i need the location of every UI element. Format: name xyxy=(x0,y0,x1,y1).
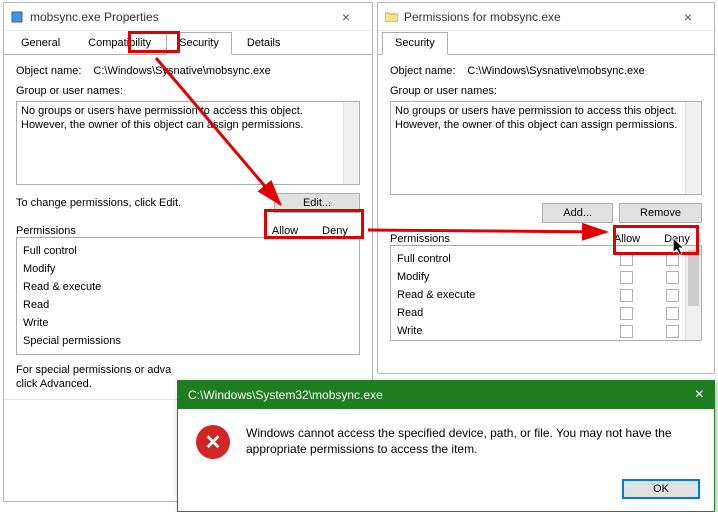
permissions-window: Permissions for mobsync.exe × Security O… xyxy=(377,2,715,374)
allow-checkbox[interactable] xyxy=(620,271,633,284)
deny-checkbox[interactable] xyxy=(666,325,679,338)
deny-header: Deny xyxy=(652,233,702,245)
allow-checkbox[interactable] xyxy=(620,289,633,302)
allow-checkbox[interactable] xyxy=(620,307,633,320)
window-title: mobsync.exe Properties xyxy=(30,10,326,24)
allow-checkbox[interactable] xyxy=(620,253,633,266)
perm-scrollbar[interactable] xyxy=(685,246,701,340)
permissions-header: Permissions xyxy=(16,225,260,237)
perm-row: Full control xyxy=(397,250,695,268)
listbox-text2: However, the owner of this object can as… xyxy=(21,118,355,132)
tab-general[interactable]: General xyxy=(8,32,73,55)
app-icon xyxy=(10,10,24,24)
perm-row: Modify xyxy=(397,268,695,286)
error-title: C:\Windows\System32\mobsync.exe xyxy=(188,388,674,402)
error-icon: ✕ xyxy=(196,425,230,459)
close-icon[interactable]: × xyxy=(668,9,708,25)
edit-button[interactable]: Edit... xyxy=(274,193,360,213)
group-listbox[interactable]: No groups or users have permission to ac… xyxy=(390,101,702,195)
group-listbox[interactable]: No groups or users have permission to ac… xyxy=(16,101,360,185)
security-panel-left: Object name: C:\Windows\Sysnative\mobsyn… xyxy=(4,55,372,399)
window-title: Permissions for mobsync.exe xyxy=(404,10,668,24)
tab-security[interactable]: Security xyxy=(382,32,448,55)
titlebar-right: Permissions for mobsync.exe × xyxy=(378,3,714,31)
deny-header: Deny xyxy=(310,225,360,237)
tab-compatibility[interactable]: Compatibility xyxy=(75,32,164,55)
close-icon[interactable]: × xyxy=(674,386,704,404)
permissions-header: Permissions xyxy=(390,233,602,245)
perm-row: Read xyxy=(23,296,353,314)
footer-text1: For special permissions or adva xyxy=(16,364,171,376)
tab-security[interactable]: Security xyxy=(166,32,232,55)
close-icon[interactable]: × xyxy=(326,9,366,25)
listbox-scrollbar[interactable] xyxy=(685,102,701,194)
tabs: General Compatibility Security Details xyxy=(4,31,372,55)
footer-text2: click Advanced. xyxy=(16,378,92,390)
perm-row: Read xyxy=(397,304,695,322)
allow-checkbox[interactable] xyxy=(620,325,633,338)
error-message: Windows cannot access the specified devi… xyxy=(246,425,686,457)
titlebar-left: mobsync.exe Properties × xyxy=(4,3,372,31)
perm-row: Modify xyxy=(23,260,353,278)
listbox-text1: No groups or users have permission to ac… xyxy=(21,104,355,118)
security-panel-right: Object name: C:\Windows\Sysnative\mobsyn… xyxy=(378,55,714,349)
perm-row: Read & execute xyxy=(23,278,353,296)
deny-checkbox[interactable] xyxy=(666,307,679,320)
object-path: C:\Windows\Sysnative\mobsync.exe xyxy=(93,65,270,77)
error-dialog: C:\Windows\System32\mobsync.exe × ✕ Wind… xyxy=(177,380,715,512)
perm-row: Write xyxy=(23,314,353,332)
perm-row: Write xyxy=(397,322,695,340)
folder-icon xyxy=(384,10,398,24)
deny-checkbox[interactable] xyxy=(666,253,679,266)
perm-row: Read & execute xyxy=(397,286,695,304)
error-titlebar: C:\Windows\System32\mobsync.exe × xyxy=(178,381,714,409)
allow-header: Allow xyxy=(602,233,652,245)
error-ok-button[interactable]: OK xyxy=(622,479,700,499)
add-button[interactable]: Add... xyxy=(542,203,613,223)
perm-row: Special permissions xyxy=(23,332,353,350)
group-label: Group or user names: xyxy=(390,85,702,97)
tab-details[interactable]: Details xyxy=(234,32,294,55)
object-name-label: Object name: xyxy=(16,65,81,77)
edit-hint: To change permissions, click Edit. xyxy=(16,197,181,209)
deny-checkbox[interactable] xyxy=(666,289,679,302)
remove-button[interactable]: Remove xyxy=(619,203,702,223)
permissions-list: Full control Modify Read & execute Read … xyxy=(390,245,702,341)
object-name-label: Object name: xyxy=(390,65,455,77)
listbox-text2: However, the owner of this object can as… xyxy=(395,118,697,132)
perm-row: Full control xyxy=(23,242,353,260)
listbox-scrollbar[interactable] xyxy=(343,102,359,184)
group-label: Group or user names: xyxy=(16,85,360,97)
allow-header: Allow xyxy=(260,225,310,237)
listbox-text1: No groups or users have permission to ac… xyxy=(395,104,697,118)
deny-checkbox[interactable] xyxy=(666,271,679,284)
object-path: C:\Windows\Sysnative\mobsync.exe xyxy=(467,65,644,77)
permissions-list: Full control Modify Read & execute Read … xyxy=(16,237,360,355)
